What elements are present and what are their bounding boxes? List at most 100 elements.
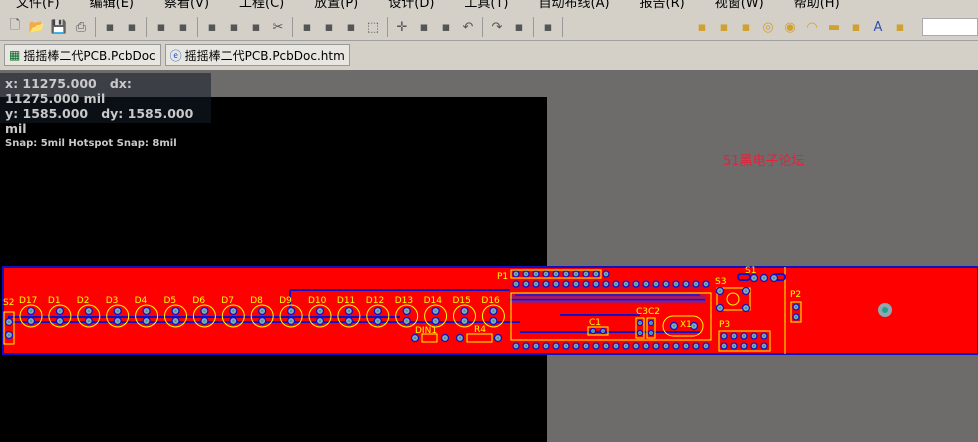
menu-item[interactable]: 工具(T) xyxy=(448,0,522,11)
save-icon[interactable]: 💾 xyxy=(48,16,70,38)
pcb-canvas[interactable]: x: 11275.000 dx: 11275.000 mil y: 1585.0… xyxy=(0,70,978,442)
pad-hole xyxy=(58,319,62,323)
pad-hole xyxy=(564,282,568,286)
menu-item[interactable]: 自动布线(A) xyxy=(523,0,624,11)
pad-hole xyxy=(492,319,495,323)
copy-icon[interactable]: ▪ xyxy=(296,16,318,38)
pad-hole xyxy=(544,282,548,286)
move-icon[interactable]: ✛ xyxy=(391,16,413,38)
menu-item[interactable]: 编辑(E) xyxy=(74,0,148,11)
wand-icon[interactable]: ▪ xyxy=(508,16,530,38)
toolbar-separator xyxy=(562,17,563,37)
pad-hole xyxy=(203,319,206,323)
tab-pcbdoc[interactable]: ▦ 摇摇棒二代PCB.PcbDoc xyxy=(4,44,161,66)
string-icon[interactable]: A xyxy=(867,16,889,38)
menu-item[interactable]: 工程(C) xyxy=(223,0,298,11)
label-r4: R4 xyxy=(474,325,486,335)
led-label: D1 xyxy=(48,296,61,306)
pad-hole xyxy=(762,276,766,280)
menu-item[interactable]: 文件(F) xyxy=(0,0,74,11)
rubber-stamp-icon[interactable]: ▪ xyxy=(340,16,362,38)
component-icon[interactable]: ▪ xyxy=(889,16,911,38)
zoom-area-icon[interactable]: ▪ xyxy=(201,16,223,38)
pad-hole xyxy=(614,344,618,348)
pad-hole xyxy=(672,324,676,328)
pad-hole xyxy=(638,321,642,325)
pad-hole xyxy=(664,282,668,286)
zoom-fit-icon[interactable]: ▪ xyxy=(172,16,194,38)
pad-hole xyxy=(496,336,500,340)
print-icon[interactable]: ⎙ xyxy=(70,16,92,38)
open-folder-icon[interactable]: 📂 xyxy=(26,16,48,38)
pad-hole xyxy=(744,306,748,310)
new-file-icon[interactable]: 🗋 xyxy=(4,16,26,38)
pad-hole xyxy=(434,309,437,313)
pad-hole xyxy=(544,272,548,276)
undo-icon[interactable]: ↶ xyxy=(457,16,479,38)
route-multi-icon[interactable]: ▪ xyxy=(735,16,757,38)
browse-icon[interactable]: ▪ xyxy=(537,16,559,38)
pad-hole xyxy=(318,319,322,323)
pad-hole xyxy=(376,309,379,313)
pad-hole xyxy=(574,282,578,286)
print-preview-icon[interactable]: ▪ xyxy=(99,16,121,38)
pad-hole xyxy=(732,344,736,348)
pcb-doc-icon: ▦ xyxy=(9,48,21,62)
pad-hole xyxy=(794,315,798,319)
layers-icon[interactable]: ▪ xyxy=(121,16,143,38)
led-label: D13 xyxy=(395,296,413,306)
toolbar-input[interactable] xyxy=(922,18,978,36)
pad-hole xyxy=(434,319,437,323)
menu-item[interactable]: 帮助(H) xyxy=(778,0,854,11)
cut-icon[interactable]: ✂ xyxy=(267,16,289,38)
pad-hole xyxy=(634,344,638,348)
pad-hole xyxy=(794,305,798,309)
polygon-icon[interactable]: ▪ xyxy=(845,16,867,38)
pad-hole xyxy=(232,309,235,313)
via-icon[interactable]: ◎ xyxy=(757,16,779,38)
menu-item[interactable]: 察看(V) xyxy=(148,0,223,11)
redo-icon[interactable]: ↷ xyxy=(486,16,508,38)
pad-icon[interactable]: ◉ xyxy=(779,16,801,38)
led-label: D17 xyxy=(19,296,37,306)
led-label: D9 xyxy=(279,296,292,306)
fill-icon[interactable]: ▬ xyxy=(823,16,845,38)
pad-hole xyxy=(644,282,648,286)
watermark: 51黑电子论坛 xyxy=(723,154,805,169)
zoom-filter-icon[interactable]: ▪ xyxy=(245,16,267,38)
menu-item[interactable]: 报告(R) xyxy=(624,0,699,11)
pad-hole xyxy=(87,309,91,313)
pad-hole xyxy=(463,309,466,313)
pad-hole xyxy=(376,319,379,323)
pad-hole xyxy=(742,334,746,338)
menu-item[interactable]: 视窗(W) xyxy=(699,0,778,11)
pad-hole xyxy=(624,344,628,348)
pad-hole xyxy=(524,282,528,286)
route-diff-icon[interactable]: ▪ xyxy=(713,16,735,38)
arc-icon[interactable]: ◠ xyxy=(801,16,823,38)
pad-hole xyxy=(289,309,293,313)
toolbar-separator xyxy=(95,17,96,37)
interactive-route-icon[interactable]: ▪ xyxy=(691,16,713,38)
label-c1: C1 xyxy=(589,318,601,328)
pad-hole xyxy=(744,289,748,293)
pad-hole xyxy=(614,282,618,286)
deselect-icon[interactable]: ▪ xyxy=(413,16,435,38)
pad-hole xyxy=(644,344,648,348)
select-area-icon[interactable]: ⬚ xyxy=(362,16,384,38)
pad-hole xyxy=(458,336,462,340)
pad-hole xyxy=(752,276,756,280)
menu-item[interactable]: 放置(P) xyxy=(298,0,372,11)
pad-hole xyxy=(584,282,588,286)
pad-hole xyxy=(534,344,538,348)
pad-hole xyxy=(624,282,628,286)
led-label: D8 xyxy=(250,296,263,306)
clear-filter-icon[interactable]: ▪ xyxy=(435,16,457,38)
tab-htm[interactable]: ⓔ 摇摇棒二代PCB.PcbDoc.htm xyxy=(164,44,350,66)
pad-hole xyxy=(443,336,447,340)
zoom-selected-icon[interactable]: ▪ xyxy=(223,16,245,38)
pad-hole xyxy=(674,282,678,286)
menu-item[interactable]: 设计(D) xyxy=(372,0,448,11)
board-icon[interactable]: ▪ xyxy=(150,16,172,38)
paste-icon[interactable]: ▪ xyxy=(318,16,340,38)
